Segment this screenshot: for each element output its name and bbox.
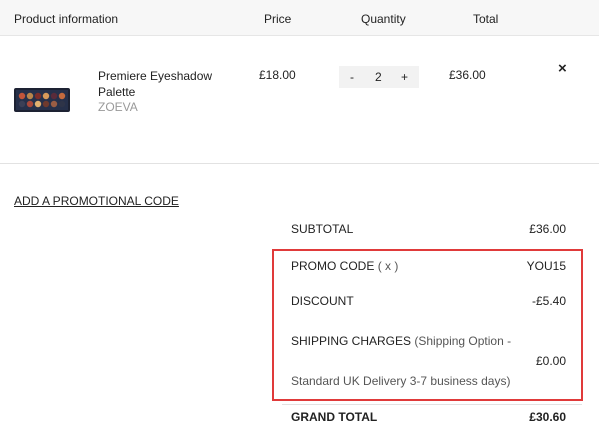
grand-total-value: £30.60 — [529, 410, 566, 424]
discount-label: DISCOUNT — [291, 294, 354, 308]
product-info-header: Product information — [14, 12, 119, 26]
shipping-option-line2: Standard UK Delivery 3-7 business days) — [291, 374, 511, 388]
item-price: £18.00 — [259, 68, 296, 82]
total-header: Total — [473, 12, 499, 26]
product-thumbnail — [14, 88, 70, 112]
remove-promo-button[interactable]: ( x ) — [378, 259, 399, 273]
promo-code-row: PROMO CODE ( x ) — [291, 259, 398, 273]
grand-total-label: GRAND TOTAL — [291, 410, 378, 424]
subtotal-value: £36.00 — [529, 222, 566, 236]
price-header: Price — [264, 12, 292, 26]
shipping-option-line1: (Shipping Option - — [414, 334, 512, 348]
shipping-row: SHIPPING CHARGES (Shipping Option - — [291, 334, 511, 348]
remove-item-icon[interactable]: × — [558, 60, 567, 77]
add-promo-code-link[interactable]: ADD A PROMOTIONAL CODE — [14, 194, 179, 208]
promo-code-value: YOU15 — [526, 259, 566, 273]
promo-code-label: PROMO CODE — [291, 259, 375, 273]
decrease-quantity-button[interactable]: - — [350, 70, 354, 84]
product-name[interactable]: Premiere Eyeshadow Palette — [98, 68, 228, 100]
quantity-value[interactable]: 2 — [375, 70, 382, 84]
quantity-header: Quantity — [361, 12, 406, 26]
cart-item-row: Premiere Eyeshadow Palette ZOEVA £18.00 … — [0, 36, 599, 164]
cart-table-header: Product information Price Quantity Total — [0, 0, 599, 36]
shipping-label: SHIPPING CHARGES — [291, 334, 412, 348]
summary-divider — [282, 404, 582, 405]
quantity-stepper: - 2 + — [339, 66, 419, 88]
product-brand: ZOEVA — [98, 100, 138, 114]
increase-quantity-button[interactable]: + — [401, 70, 408, 84]
discount-value: -£5.40 — [531, 294, 566, 308]
item-total: £36.00 — [449, 68, 486, 82]
subtotal-label: SUBTOTAL — [291, 222, 354, 236]
shipping-value: £0.00 — [535, 354, 566, 368]
